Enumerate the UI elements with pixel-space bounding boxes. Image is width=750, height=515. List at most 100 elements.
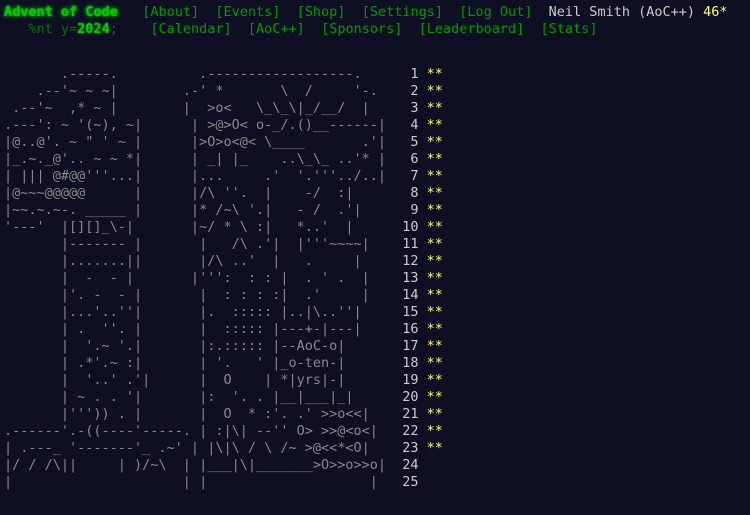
day-art: |/ / /\|| | )/~\ | |___|\|_______>O>>o>>… [4,457,395,473]
calendar-day-3[interactable]: .--'~ ,* ~ | | >o< \_\_\|_/__/ | 3 ** [4,100,443,117]
day-stars: ** [426,253,443,269]
calendar-day-4[interactable]: .---': ~ '(~), ~| | >@>O< o-_/.()__-----… [4,117,443,134]
day-number: 16 [394,321,427,337]
calendar-day-25[interactable]: | | | | 25 [4,474,443,491]
calendar-day-13[interactable]: | - - | |''': : : | . ' . | 13 ** [4,270,443,287]
day-number: 2 [394,83,427,99]
day-stars: ** [426,66,443,82]
calendar-day-18[interactable]: | .*'.~ :| | '. ' |_o-ten-| 18 ** [4,355,443,372]
calendar-day-9[interactable]: |~~.~.~-. _____ | |* /~\ '.| - / .'| 9 *… [4,202,443,219]
nav-logout-link[interactable]: [Log Out] [459,4,532,20]
calendar-day-5[interactable]: |@..@'. ~ " ' ~ | |>O>o<@< \____ .'| 5 *… [4,134,443,151]
day-number: 25 [394,474,427,490]
day-stars: ** [426,355,443,371]
day-stars: ** [426,168,443,184]
calendar-day-6[interactable]: |_.~._@'.. ~ ~ *| | _| |_ ..\_\_ ..'* | … [4,151,443,168]
calendar-day-1[interactable]: .-----. .------------------. 1 ** [4,66,443,83]
calendar-day-19[interactable]: | '..' .'| | O | *|yrs|-| 19 ** [4,372,443,389]
day-number: 24 [394,457,427,473]
day-art: | .*'.~ :| | '. ' |_o-ten-| [4,355,395,371]
day-number: 8 [394,185,427,201]
year-link[interactable]: 2024 [77,21,110,37]
nav-settings-link[interactable]: [Settings] [362,4,443,20]
header-row-2: %nt y=2024; [Calendar] [AoC++] [Sponsors… [4,21,748,38]
day-art: |'. - - | | : : : :| .' | [4,287,395,303]
day-stars: ** [426,185,443,201]
day-stars: ** [426,151,443,167]
day-art: | | | | [4,474,395,490]
calendar-day-14[interactable]: |'. - - | | : : : :| .' | 14 ** [4,287,443,304]
day-art: |@..@'. ~ " ' ~ | |>O>o<@< \____ .'| [4,134,395,150]
day-number: 15 [394,304,427,320]
day-art: .-----. .------------------. [4,66,395,82]
day-art: .--'~ ,* ~ | | >o< \_\_\|_/__/ | [4,100,395,116]
advent-calendar: .-----. .------------------. 1 ** .--'~ … [4,66,443,491]
nav-events-link[interactable]: [Events] [215,4,280,20]
calendar-day-7[interactable]: | ||| @#@@'''...| |... .' '.'''../..| 7 … [4,168,443,185]
nav-calendar-link[interactable]: [Calendar] [150,21,231,37]
day-art: | . ''. | | ::::: |---+-|---| [4,321,395,337]
day-stars: ** [426,270,443,286]
day-number: 18 [394,355,427,371]
day-art: |.......|| |/\ ..' | . | [4,253,395,269]
calendar-day-24[interactable]: |/ / /\|| | )/~\ | |___|\|_______>O>>o>>… [4,457,443,474]
nav-stats-link[interactable]: [Stats] [541,21,598,37]
calendar-day-12[interactable]: |.......|| |/\ ..' | . | 12 ** [4,253,443,270]
calendar-day-2[interactable]: .--'~ ~ ~| .-' * \ / '-. 2 ** [4,83,443,100]
day-stars: ** [426,287,443,303]
day-art: | - - | |''': : : | . ' . | [4,270,395,286]
calendar-day-11[interactable]: |------- | | /\ .'| |'''~~~~| 11 ** [4,236,443,253]
day-number: 13 [394,270,427,286]
day-art: .------'.-((----'-----. | :|\| --'' O> >… [4,423,395,439]
day-number: 9 [394,202,427,218]
day-number: 4 [394,117,427,133]
calendar-day-15[interactable]: |...'..''| |. ::::: |..|\..''| 15 ** [4,304,443,321]
day-number: 19 [394,372,427,388]
day-art: |------- | | /\ .'| |'''~~~~| [4,236,395,252]
site-header: Advent of Code [About] [Events] [Shop] [… [4,4,748,38]
day-stars: ** [426,440,443,456]
year-suffix: ; [109,21,118,37]
nav-leaderboard-link[interactable]: [Leaderboard] [419,21,525,37]
day-stars: ** [426,321,443,337]
day-stars: ** [426,236,443,252]
calendar-day-23[interactable]: | .---_ '-------'_ .~' | |\|\ / \ /~ >@<… [4,440,443,457]
day-number: 22 [394,423,427,439]
day-number: 20 [394,389,427,405]
day-number: 23 [394,440,427,456]
day-art: | ~ . . '| |: '. . |__|___|_| [4,389,395,405]
day-stars: ** [426,83,443,99]
nav-shop-link[interactable]: [Shop] [297,4,346,20]
day-art: | '..' .'| | O | *|yrs|-| [4,372,395,388]
day-stars: ** [426,423,443,439]
day-number: 6 [394,151,427,167]
day-number: 17 [394,338,427,354]
day-art: | ||| @#@@'''...| |... .' '.'''../..| [4,168,395,184]
day-stars: ** [426,389,443,405]
day-stars: ** [426,219,443,235]
day-art: | '.~ '.| |:.::::: |--AoC-o| [4,338,395,354]
calendar-day-21[interactable]: |''')) . | | O * :'. .' >>o<<| 21 ** [4,406,443,423]
calendar-day-20[interactable]: | ~ . . '| |: '. . |__|___|_| 20 ** [4,389,443,406]
calendar-day-22[interactable]: .------'.-((----'-----. | :|\| --'' O> >… [4,423,443,440]
day-number: 7 [394,168,427,184]
day-stars: ** [426,372,443,388]
day-stars: ** [426,338,443,354]
calendar-day-17[interactable]: | '.~ '.| |:.::::: |--AoC-o| 17 ** [4,338,443,355]
day-art: |~~.~.~-. _____ | |* /~\ '.| - / .'| [4,202,395,218]
nav-aocpp-link[interactable]: [AoC++] [248,21,305,37]
calendar-day-16[interactable]: | . ''. | | ::::: |---+-|---| 16 ** [4,321,443,338]
day-stars: ** [426,100,443,116]
nav-sponsors-link[interactable]: [Sponsors] [321,21,402,37]
day-number: 3 [394,100,427,116]
calendar-day-10[interactable]: '---' |[][]_\-| |~/ * \ :| *..' | 10 ** [4,219,443,236]
nav-about-link[interactable]: [About] [142,4,199,20]
day-art: .--'~ ~ ~| .-' * \ / '-. [4,83,395,99]
day-stars: ** [426,202,443,218]
user-name[interactable]: Neil Smith (AoC++) [549,4,695,20]
star-count: 46* [703,4,728,20]
header-row-1: Advent of Code [About] [Events] [Shop] [… [4,4,748,21]
calendar-day-8[interactable]: |@~~~@@@@@ | |/\ ''. | -/ :| 8 ** [4,185,443,202]
site-title-link[interactable]: Advent of Code [4,4,118,20]
day-number: 1 [394,66,427,82]
